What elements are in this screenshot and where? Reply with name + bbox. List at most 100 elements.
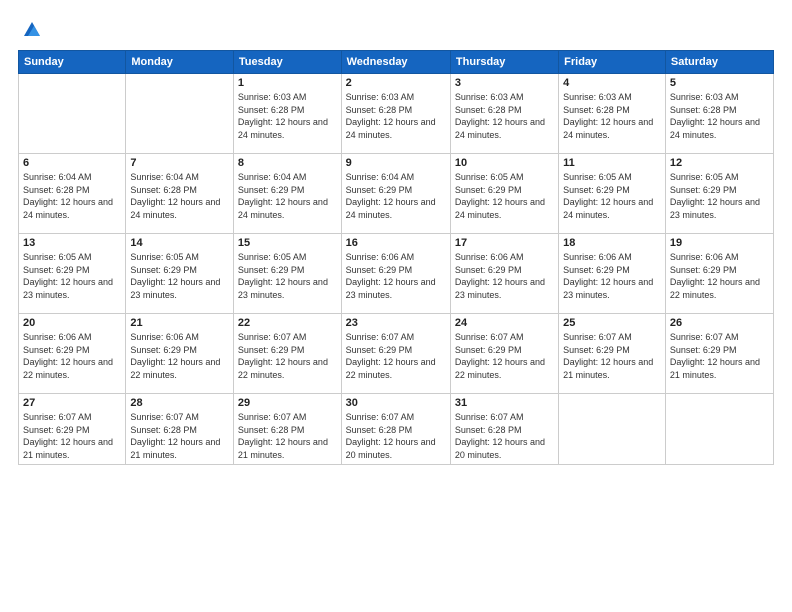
calendar-header-tuesday: Tuesday <box>233 51 341 74</box>
logo <box>18 18 42 40</box>
day-info: Sunrise: 6:07 AMSunset: 6:28 PMDaylight:… <box>346 411 446 461</box>
calendar-week-row: 6 Sunrise: 6:04 AMSunset: 6:28 PMDaylight… <box>19 154 774 234</box>
calendar-cell: 24 Sunrise: 6:07 AMSunset: 6:29 PMDayligh… <box>450 314 558 394</box>
day-number: 22 <box>238 317 337 329</box>
calendar-cell: 10 Sunrise: 6:05 AMSunset: 6:29 PMDayligh… <box>450 154 558 234</box>
day-info: Sunrise: 6:07 AMSunset: 6:29 PMDaylight:… <box>346 331 446 381</box>
day-info: Sunrise: 6:04 AMSunset: 6:29 PMDaylight:… <box>238 171 337 221</box>
calendar-table: SundayMondayTuesdayWednesdayThursdayFrid… <box>18 50 774 465</box>
day-number: 25 <box>563 317 661 329</box>
day-number: 23 <box>346 317 446 329</box>
calendar-cell: 5 Sunrise: 6:03 AMSunset: 6:28 PMDaylight… <box>665 74 773 154</box>
calendar-cell: 28 Sunrise: 6:07 AMSunset: 6:28 PMDayligh… <box>126 394 234 465</box>
day-info: Sunrise: 6:07 AMSunset: 6:29 PMDaylight:… <box>23 411 121 461</box>
day-number: 28 <box>130 397 229 409</box>
calendar-cell: 14Sunrise: 6:05 AMSunset: 6:29 PMDayligh… <box>126 234 234 314</box>
calendar-cell: 12 Sunrise: 6:05 AMSunset: 6:29 PMDayligh… <box>665 154 773 234</box>
calendar-header-wednesday: Wednesday <box>341 51 450 74</box>
day-number: 7 <box>130 157 229 169</box>
day-info: Sunrise: 6:03 AMSunset: 6:28 PMDaylight:… <box>238 91 337 141</box>
calendar-cell: 11 Sunrise: 6:05 AMSunset: 6:29 PMDayligh… <box>559 154 666 234</box>
calendar-cell: 4 Sunrise: 6:03 AMSunset: 6:28 PMDaylight… <box>559 74 666 154</box>
day-number: 17 <box>455 237 554 249</box>
day-info: Sunrise: 6:03 AMSunset: 6:28 PMDaylight:… <box>346 91 446 141</box>
calendar-cell: 9 Sunrise: 6:04 AMSunset: 6:29 PMDaylight… <box>341 154 450 234</box>
day-number: 16 <box>346 237 446 249</box>
day-info: Sunrise: 6:03 AMSunset: 6:28 PMDaylight:… <box>670 91 769 141</box>
day-number: 5 <box>670 77 769 89</box>
day-number: 6 <box>23 157 121 169</box>
day-info: Sunrise: 6:03 AMSunset: 6:28 PMDaylight:… <box>455 91 554 141</box>
day-number: 21 <box>130 317 229 329</box>
day-info: Sunrise: 6:06 AMSunset: 6:29 PMDaylight:… <box>130 331 229 381</box>
day-number: 1 <box>238 77 337 89</box>
calendar-cell: 3 Sunrise: 6:03 AMSunset: 6:28 PMDaylight… <box>450 74 558 154</box>
logo-icon <box>20 18 42 40</box>
calendar-cell: 21 Sunrise: 6:06 AMSunset: 6:29 PMDayligh… <box>126 314 234 394</box>
calendar-header-row: SundayMondayTuesdayWednesdayThursdayFrid… <box>19 51 774 74</box>
calendar-cell: 23 Sunrise: 6:07 AMSunset: 6:29 PMDayligh… <box>341 314 450 394</box>
day-info: Sunrise: 6:07 AMSunset: 6:28 PMDaylight:… <box>238 411 337 461</box>
day-info: Sunrise: 6:05 AMSunset: 6:29 PMDaylight:… <box>455 171 554 221</box>
calendar-cell: 26Sunrise: 6:07 AMSunset: 6:29 PMDayligh… <box>665 314 773 394</box>
day-number: 18 <box>563 237 661 249</box>
day-number: 10 <box>455 157 554 169</box>
calendar-cell: 7 Sunrise: 6:04 AMSunset: 6:28 PMDaylight… <box>126 154 234 234</box>
day-info: Sunrise: 6:07 AMSunset: 6:28 PMDaylight:… <box>455 411 554 461</box>
day-info: Sunrise: 6:04 AMSunset: 6:29 PMDaylight:… <box>346 171 446 221</box>
calendar-cell: 6Sunrise: 6:04 AMSunset: 6:28 PMDaylight… <box>19 154 126 234</box>
calendar-header-sunday: Sunday <box>19 51 126 74</box>
calendar-cell: 15Sunrise: 6:05 AMSunset: 6:29 PMDayligh… <box>233 234 341 314</box>
day-number: 31 <box>455 397 554 409</box>
calendar-cell: 19 Sunrise: 6:06 AMSunset: 6:29 PMDayligh… <box>665 234 773 314</box>
day-info: Sunrise: 6:06 AMSunset: 6:29 PMDaylight:… <box>23 331 121 381</box>
day-number: 30 <box>346 397 446 409</box>
day-number: 8 <box>238 157 337 169</box>
day-info: Sunrise: 6:07 AMSunset: 6:29 PMDaylight:… <box>455 331 554 381</box>
day-info: Sunrise: 6:05 AMSunset: 6:29 PMDaylight:… <box>23 251 121 301</box>
day-number: 4 <box>563 77 661 89</box>
calendar-cell <box>126 74 234 154</box>
day-number: 3 <box>455 77 554 89</box>
day-info: Sunrise: 6:06 AMSunset: 6:29 PMDaylight:… <box>346 251 446 301</box>
day-number: 15 <box>238 237 337 249</box>
header <box>18 18 774 40</box>
day-number: 12 <box>670 157 769 169</box>
page: SundayMondayTuesdayWednesdayThursdayFrid… <box>0 0 792 612</box>
day-info: Sunrise: 6:04 AMSunset: 6:28 PMDaylight:… <box>130 171 229 221</box>
day-number: 19 <box>670 237 769 249</box>
day-number: 2 <box>346 77 446 89</box>
day-info: Sunrise: 6:05 AMSunset: 6:29 PMDaylight:… <box>130 251 229 301</box>
day-info: Sunrise: 6:07 AMSunset: 6:29 PMDaylight:… <box>238 331 337 381</box>
day-number: 9 <box>346 157 446 169</box>
day-info: Sunrise: 6:05 AMSunset: 6:29 PMDaylight:… <box>563 171 661 221</box>
day-info: Sunrise: 6:06 AMSunset: 6:29 PMDaylight:… <box>670 251 769 301</box>
calendar-cell: 18 Sunrise: 6:06 AMSunset: 6:29 PMDayligh… <box>559 234 666 314</box>
calendar-week-row: 20 Sunrise: 6:06 AMSunset: 6:29 PMDayligh… <box>19 314 774 394</box>
day-info: Sunrise: 6:06 AMSunset: 6:29 PMDaylight:… <box>563 251 661 301</box>
calendar-cell: 1 Sunrise: 6:03 AMSunset: 6:28 PMDaylight… <box>233 74 341 154</box>
day-info: Sunrise: 6:05 AMSunset: 6:29 PMDaylight:… <box>670 171 769 221</box>
calendar-header-friday: Friday <box>559 51 666 74</box>
day-number: 27 <box>23 397 121 409</box>
calendar-cell <box>19 74 126 154</box>
day-info: Sunrise: 6:07 AMSunset: 6:28 PMDaylight:… <box>130 411 229 461</box>
calendar-header-thursday: Thursday <box>450 51 558 74</box>
day-number: 29 <box>238 397 337 409</box>
calendar-cell: 27 Sunrise: 6:07 AMSunset: 6:29 PMDayligh… <box>19 394 126 465</box>
day-info: Sunrise: 6:07 AMSunset: 6:29 PMDaylight:… <box>563 331 661 381</box>
calendar-cell: 22 Sunrise: 6:07 AMSunset: 6:29 PMDayligh… <box>233 314 341 394</box>
calendar-week-row: 1 Sunrise: 6:03 AMSunset: 6:28 PMDaylight… <box>19 74 774 154</box>
day-number: 11 <box>563 157 661 169</box>
day-number: 24 <box>455 317 554 329</box>
day-number: 20 <box>23 317 121 329</box>
day-number: 26 <box>670 317 769 329</box>
day-info: Sunrise: 6:03 AMSunset: 6:28 PMDaylight:… <box>563 91 661 141</box>
calendar-cell: 20 Sunrise: 6:06 AMSunset: 6:29 PMDayligh… <box>19 314 126 394</box>
calendar-cell <box>559 394 666 465</box>
calendar-cell: 16 Sunrise: 6:06 AMSunset: 6:29 PMDayligh… <box>341 234 450 314</box>
calendar-cell: 2 Sunrise: 6:03 AMSunset: 6:28 PMDaylight… <box>341 74 450 154</box>
calendar-cell <box>665 394 773 465</box>
calendar-cell: 29 Sunrise: 6:07 AMSunset: 6:28 PMDayligh… <box>233 394 341 465</box>
day-number: 13 <box>23 237 121 249</box>
